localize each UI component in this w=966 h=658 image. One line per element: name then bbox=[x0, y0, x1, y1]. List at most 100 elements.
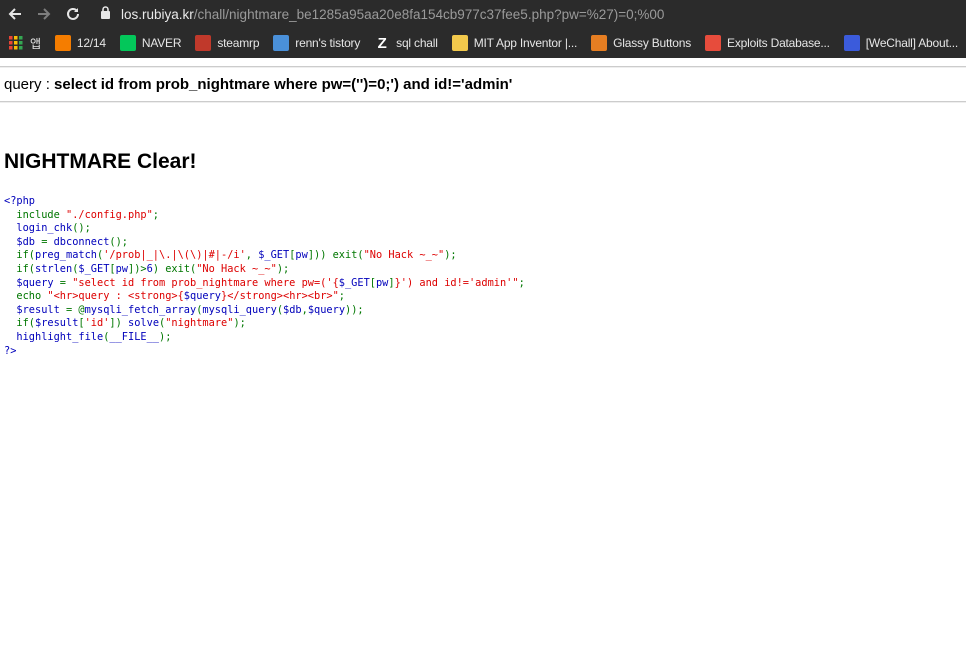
code-token: = @ bbox=[66, 303, 85, 316]
code-token: if( bbox=[4, 262, 35, 275]
code-token: <?php bbox=[4, 195, 35, 207]
browser-chrome: los.rubiya.kr/chall/nightmare_be1285a95a… bbox=[0, 0, 966, 58]
code-token: ; bbox=[338, 290, 345, 303]
code-token: = bbox=[41, 235, 54, 248]
code-token: ); bbox=[444, 249, 457, 262]
bookmark-label: Exploits Database... bbox=[727, 36, 830, 50]
bookmarks-bar: 앱 12/14 NAVER steamrp renn's tistory Zsql cha… bbox=[0, 30, 966, 56]
code-token: $_GET bbox=[258, 249, 290, 262]
code-token: mysqli_fetch_array bbox=[84, 303, 197, 316]
code-line: <?php bbox=[4, 195, 525, 209]
code-token: ]) bbox=[109, 317, 129, 330]
code-token: "<hr>query : <strong>{ bbox=[47, 290, 184, 303]
code-line: ?> bbox=[4, 345, 525, 359]
code-token: ); bbox=[233, 317, 246, 330]
code-token: strlen bbox=[35, 262, 73, 275]
forward-button[interactable] bbox=[33, 4, 55, 24]
code-token: "No Hack ~_~" bbox=[196, 262, 277, 275]
bookmark-label: NAVER bbox=[141, 36, 182, 50]
bookmark-item[interactable]: 12/14 bbox=[54, 35, 106, 51]
query-divider bbox=[0, 101, 966, 103]
code-token: solve bbox=[128, 317, 160, 330]
address-bar[interactable]: los.rubiya.kr/chall/nightmare_be1285a95a… bbox=[92, 1, 966, 27]
bookmark-item[interactable]: [WeChall] About... bbox=[843, 35, 959, 51]
code-token: $query bbox=[307, 303, 346, 316]
back-arrow-icon bbox=[8, 8, 21, 20]
code-token: ) exit( bbox=[152, 262, 197, 275]
back-button[interactable] bbox=[4, 4, 26, 24]
code-token: )); bbox=[345, 303, 364, 316]
code-token: = bbox=[59, 276, 73, 289]
bookmark-label: Glassy Buttons bbox=[613, 36, 692, 50]
bookmark-item[interactable]: steamrp bbox=[195, 35, 259, 51]
code-token: login_chk bbox=[4, 222, 73, 235]
code-line: if(preg_match('/prob|_|\.|\(\)|#|-/i', $… bbox=[4, 249, 525, 263]
code-token: pw bbox=[295, 249, 308, 262]
code-token: $_GET bbox=[338, 276, 370, 289]
code-line: include "./config.php"; bbox=[4, 209, 525, 223]
exploitdb-icon bbox=[705, 35, 722, 51]
page-content: query : select id from prob_nightmare wh… bbox=[0, 58, 966, 658]
glassy-icon bbox=[591, 35, 608, 51]
tistory-icon bbox=[273, 35, 290, 51]
apps-grid-icon bbox=[8, 35, 24, 51]
code-token: $query bbox=[183, 290, 221, 303]
code-token: echo bbox=[4, 290, 48, 303]
bookmark-item[interactable]: 앱 bbox=[8, 35, 41, 52]
code-token: (); bbox=[72, 222, 91, 235]
code-token: $query bbox=[4, 276, 60, 289]
clear-message: NIGHTMARE Clear! bbox=[4, 150, 197, 173]
bookmark-item[interactable]: renn's tistory bbox=[273, 35, 360, 51]
code-token: __FILE__ bbox=[109, 330, 160, 343]
code-token: "nightmare" bbox=[165, 317, 234, 330]
bookmark-label: MIT App Inventor |... bbox=[473, 36, 578, 50]
code-line: $db = dbconnect(); bbox=[4, 236, 525, 250]
code-line: echo "<hr>query : <strong>{$query}</stro… bbox=[4, 290, 525, 304]
url-path: /chall/nightmare_be1285a95aa20e8fa154cb9… bbox=[193, 6, 665, 22]
navigation-bar: los.rubiya.kr/chall/nightmare_be1285a95a… bbox=[0, 0, 966, 28]
code-token: ])> bbox=[128, 262, 147, 275]
code-token: $db bbox=[283, 303, 302, 316]
bookmark-label: 앱 bbox=[30, 36, 41, 51]
bookmark-label: [WeChall] About... bbox=[865, 36, 959, 50]
code-token: include bbox=[4, 208, 66, 221]
query-label: query : bbox=[4, 76, 55, 93]
code-token: mysqli_query bbox=[202, 303, 277, 316]
top-divider bbox=[0, 66, 966, 68]
code-token: preg_match bbox=[35, 249, 97, 262]
url-host: los.rubiya.kr bbox=[121, 6, 194, 22]
code-token: ?> bbox=[4, 344, 17, 357]
code-token: ])) exit( bbox=[307, 249, 364, 262]
wechall-icon bbox=[843, 35, 860, 51]
code-token: $db bbox=[4, 235, 42, 248]
code-token: if( bbox=[4, 317, 35, 330]
code-token: , bbox=[245, 249, 259, 262]
naver-icon bbox=[119, 35, 136, 51]
steamrp-icon bbox=[195, 35, 212, 51]
code-token: }') and id!='admin'" bbox=[394, 276, 519, 289]
code-line: if($result['id']) solve("nightmare"); bbox=[4, 317, 525, 331]
bookmark-item[interactable]: NAVER bbox=[119, 35, 182, 51]
reload-button[interactable] bbox=[62, 4, 84, 24]
code-token: '/prob|_|\.|\(\)|#|-/i' bbox=[103, 249, 246, 262]
bookmark-label: renn's tistory bbox=[295, 36, 361, 50]
bookmark-item[interactable]: Zsql chall bbox=[374, 35, 438, 52]
app-inventor-icon bbox=[451, 35, 468, 51]
code-token: }</strong><hr><br>" bbox=[221, 290, 339, 303]
bookmark-item[interactable]: Exploits Database... bbox=[705, 35, 830, 51]
code-token: dbconnect bbox=[53, 235, 110, 248]
code-line: $query = "select id from prob_nightmare … bbox=[4, 276, 524, 291]
bookmark-item[interactable]: MIT App Inventor |... bbox=[451, 35, 578, 51]
code-token: (); bbox=[109, 235, 129, 248]
bookmark-item[interactable]: Glassy Buttons bbox=[591, 35, 691, 51]
code-token: pw bbox=[375, 276, 389, 289]
bookmark-label: steamrp bbox=[217, 36, 260, 50]
blogger-icon bbox=[54, 35, 71, 51]
bookmark-label: sql chall bbox=[396, 36, 438, 50]
code-line: $result = @mysqli_fetch_array(mysqli_que… bbox=[4, 304, 525, 318]
php-source-code: <?php include "./config.php"; login_chk(… bbox=[4, 195, 525, 358]
code-token: pw bbox=[115, 262, 129, 275]
code-line: if(strlen($_GET[pw])>6) exit("No Hack ~_… bbox=[4, 263, 525, 277]
code-line: highlight_file(__FILE__); bbox=[4, 331, 525, 345]
bookmark-label: 12/14 bbox=[76, 36, 106, 50]
